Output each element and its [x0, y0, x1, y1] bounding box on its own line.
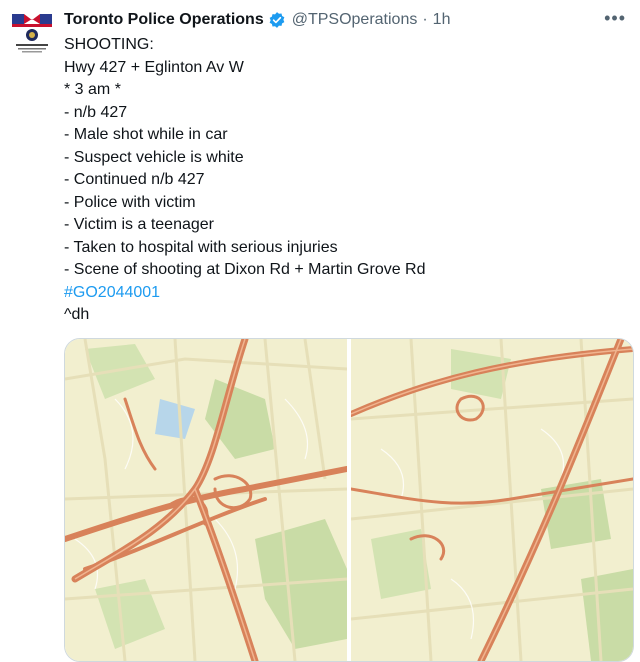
separator-dot: · — [422, 11, 428, 28]
text-line: - Taken to hospital with serious injurie… — [64, 238, 338, 256]
text-line: - Police with victim — [64, 193, 196, 211]
text-line: - Continued n/b 427 — [64, 171, 205, 188]
text-line: - Male shot while in car — [64, 126, 228, 143]
tweet-text: SHOOTING: Hwy 427 + Eglinton Av W * 3 am… — [64, 34, 624, 327]
tweet-header: Toronto Police Operations @TPSOperations… — [64, 9, 628, 31]
verified-badge-icon — [268, 11, 286, 29]
author-name[interactable]: Toronto Police Operations — [64, 11, 264, 29]
timestamp[interactable]: 1h — [433, 11, 451, 29]
hashtag-link[interactable]: #GO2044001 — [64, 282, 624, 305]
police-crest-icon — [8, 8, 56, 56]
avatar[interactable] — [8, 8, 56, 56]
text-line: Hwy 427 + Eglinton Av W — [64, 58, 244, 76]
map-image-left[interactable] — [65, 339, 347, 661]
text-line: - Suspect vehicle is white — [64, 148, 244, 166]
text-line: * 3 am * — [64, 81, 121, 98]
signature: ^dh — [64, 306, 90, 323]
text-line: SHOOTING: — [64, 36, 154, 53]
text-line: - Victim is a teenager — [64, 216, 214, 233]
more-horizontal-icon[interactable]: ••• — [604, 8, 626, 29]
tweet-media[interactable] — [64, 338, 634, 662]
text-line: - n/b 427 — [64, 103, 128, 121]
author-handle[interactable]: @TPSOperations — [292, 11, 418, 29]
text-line: - Scene of shooting at Dixon Rd + Martin… — [64, 261, 426, 278]
map-image-right[interactable] — [351, 339, 633, 661]
